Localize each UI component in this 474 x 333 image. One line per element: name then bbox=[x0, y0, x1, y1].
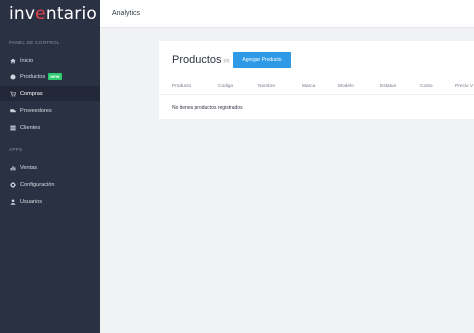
app-logo[interactable]: inventario bbox=[9, 4, 97, 24]
sidebar-item-label: Compras bbox=[20, 90, 43, 97]
add-product-button[interactable]: Agregar Producto bbox=[233, 52, 291, 68]
topbar: Analytics bbox=[100, 0, 474, 28]
column-header-nombre[interactable]: Nombre bbox=[258, 84, 275, 89]
sidebar-item-productos[interactable]: Productos NEW bbox=[0, 69, 100, 84]
empty-table-message: No tienes productos registrados bbox=[172, 105, 243, 111]
products-title: Productos bbox=[172, 54, 222, 66]
sidebar-item-inicio[interactable]: Inicio bbox=[0, 53, 100, 68]
column-header-modelo[interactable]: Modelo bbox=[338, 84, 354, 89]
sidebar-item-label: Usuarios bbox=[20, 198, 43, 205]
user-icon bbox=[9, 198, 16, 205]
column-header-marca[interactable]: Marca bbox=[302, 84, 315, 89]
column-header-precio[interactable]: Precio V bbox=[455, 84, 473, 89]
sidebar-item-ventas[interactable]: Ventas bbox=[0, 160, 100, 175]
truck-icon bbox=[9, 107, 16, 114]
page-title: Analytics bbox=[112, 10, 141, 17]
sidebar-item-label: Inicio bbox=[20, 57, 34, 64]
list-icon bbox=[9, 124, 16, 131]
column-header-producto[interactable]: Producto bbox=[172, 84, 191, 89]
sidebar-item-usuarios[interactable]: Usuarios bbox=[0, 194, 100, 209]
table-divider bbox=[159, 94, 474, 95]
chart-icon bbox=[9, 164, 16, 171]
sidebar-item-label: Productos bbox=[20, 73, 46, 80]
sidebar: inventario PANEL DE CONTROL Inicio Produ… bbox=[0, 0, 100, 333]
cart-icon bbox=[9, 90, 16, 97]
sidebar-item-proveedores[interactable]: Proveedores bbox=[0, 103, 100, 118]
sidebar-item-configuracion[interactable]: Configuración bbox=[0, 177, 100, 192]
products-card: Productos (0) Agregar Producto Producto … bbox=[159, 41, 474, 119]
section-title-apps: APPS bbox=[9, 147, 23, 152]
new-badge: NEW bbox=[48, 73, 62, 80]
column-header-estatus[interactable]: Estatus bbox=[380, 84, 396, 89]
sidebar-item-label: Ventas bbox=[20, 164, 38, 171]
sidebar-item-label: Configuración bbox=[20, 181, 55, 188]
home-icon bbox=[9, 57, 16, 64]
gear-icon bbox=[9, 181, 16, 188]
sidebar-item-label: Clientes bbox=[20, 124, 41, 131]
sidebar-item-clientes[interactable]: Clientes bbox=[0, 120, 100, 135]
sidebar-item-compras[interactable]: Compras bbox=[0, 86, 100, 101]
column-header-costo[interactable]: Costo bbox=[420, 84, 433, 89]
section-title-panel: PANEL DE CONTROL bbox=[9, 40, 60, 45]
sidebar-item-label: Proveedores bbox=[20, 107, 52, 114]
box-icon bbox=[9, 73, 16, 80]
column-header-codigo[interactable]: Codigo bbox=[218, 84, 233, 89]
products-count: (0) bbox=[224, 58, 230, 63]
